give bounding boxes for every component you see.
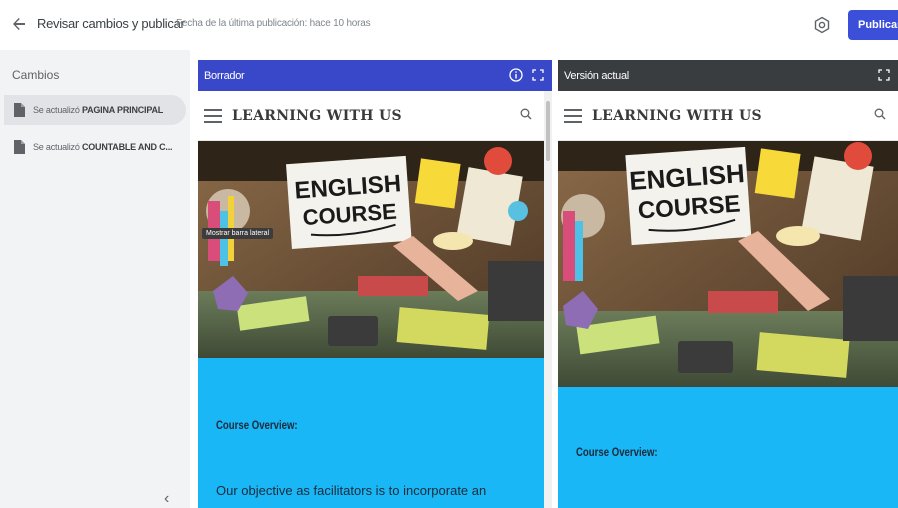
document-icon [14,103,25,117]
info-icon[interactable] [508,67,524,83]
course-overview-heading: Course Overview: [216,418,298,432]
change-item-label: Se actualizó COUNTABLE AND C... [33,142,172,152]
change-item-label: Se actualizó PAGINA PRINCIPAL [33,105,163,115]
hero-image: ENGLISH COURSE [558,141,898,387]
changes-sidebar: Cambios Se actualizó PAGINA PRINCIPAL Se… [0,50,190,508]
course-overview-text: Our objective as facilitators is to inco… [216,483,487,498]
search-icon[interactable] [520,107,532,125]
change-item-countable[interactable]: Se actualizó COUNTABLE AND C... [4,132,186,162]
course-overview-heading: Course Overview: [576,445,658,459]
site-header: LEARNING WITH US [198,91,544,141]
page-title: Revisar cambios y publicar [37,16,185,31]
current-version-panel: Versión actual LEARNING WITH US ENGLISH … [558,60,898,508]
draft-header-label: Borrador [204,69,245,82]
change-page-name: COUNTABLE AND C... [81,142,173,152]
last-published-text: Fecha de la última publicación: hace 10 … [176,18,371,29]
hamburger-menu-icon[interactable] [564,108,582,123]
document-icon [14,140,25,154]
publish-button[interactable]: Publicar [848,10,898,40]
hamburger-menu-icon[interactable] [204,108,222,123]
course-overview-section: Course Overview: [558,387,898,508]
site-title: LEARNING WITH US [232,107,402,124]
course-overview-section: Course Overview: Our objective as facili… [198,358,544,508]
back-arrow-icon[interactable] [8,13,30,35]
change-page-name: PAGINA PRINCIPAL [81,105,164,115]
current-header: Versión actual [558,60,898,91]
fullscreen-icon[interactable] [876,67,892,83]
change-prefix: Se actualizó [33,105,82,115]
hero-image: ENGLISH COURSE Mostrar barra lateral [198,141,544,358]
settings-icon[interactable] [810,13,834,37]
collapse-chevron-icon[interactable]: ‹ [164,490,169,508]
top-bar: Revisar cambios y publicar Fecha de la ú… [0,0,898,50]
current-header-label: Versión actual [564,69,629,82]
sidebar-tooltip: Mostrar barra lateral [202,228,274,239]
search-icon[interactable] [874,107,886,125]
site-header: LEARNING WITH US [558,91,898,141]
change-item-main-page[interactable]: Se actualizó PAGINA PRINCIPAL [4,95,186,125]
draft-scrollbar[interactable] [544,91,552,508]
site-title: LEARNING WITH US [592,107,762,124]
fullscreen-icon[interactable] [530,67,546,83]
changes-title: Cambios [12,68,60,82]
draft-preview-panel: Borrador LEARNING WITH US ENGLISH COURSE… [198,60,552,508]
change-prefix: Se actualizó [33,142,82,152]
draft-header: Borrador [198,60,552,91]
scrollbar-thumb[interactable] [546,101,550,161]
